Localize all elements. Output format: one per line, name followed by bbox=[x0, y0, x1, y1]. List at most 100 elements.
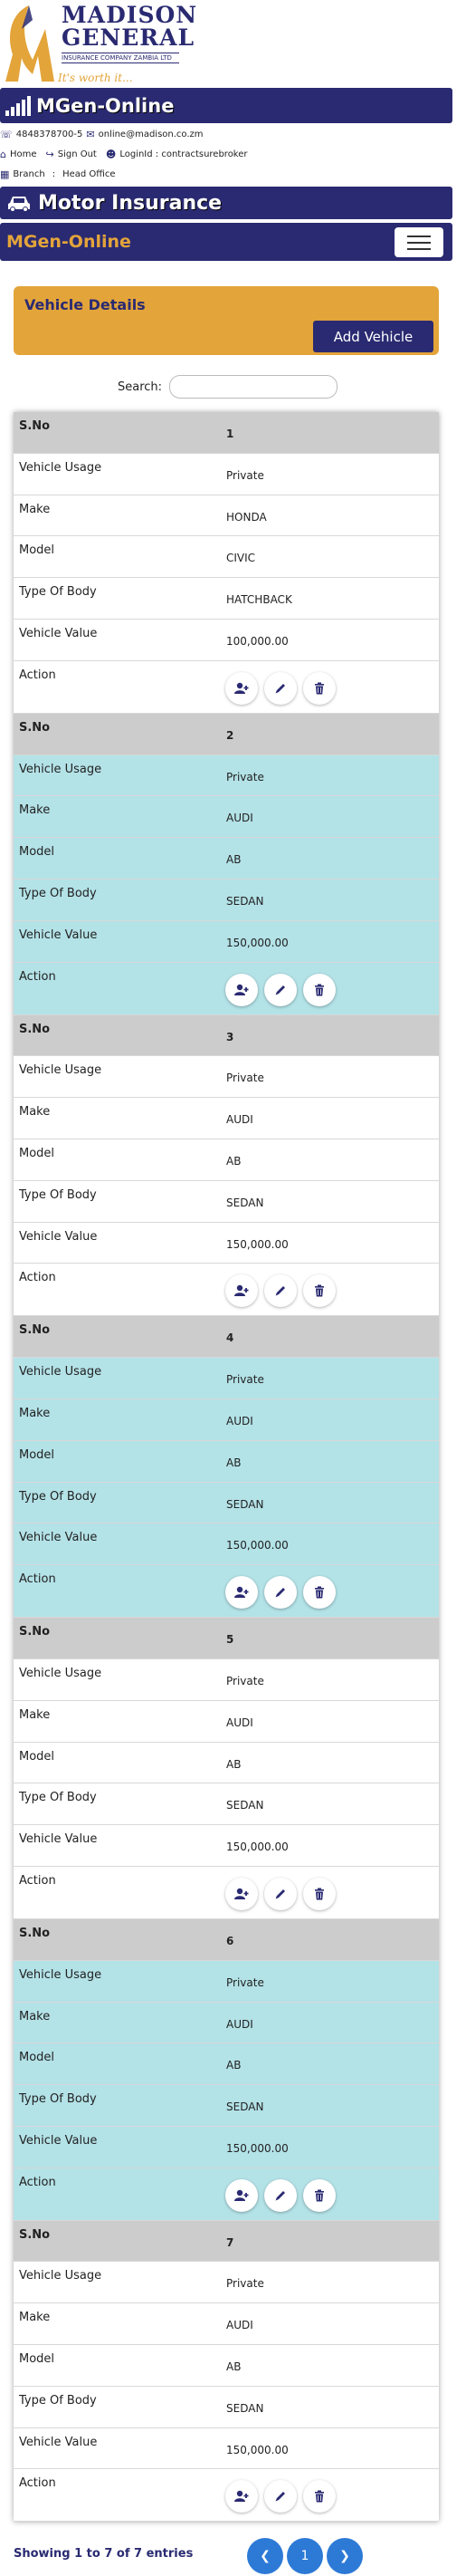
body-type-row: Type Of Body SEDAN bbox=[14, 879, 439, 921]
body-type-row: Type Of Body SEDAN bbox=[14, 1482, 439, 1524]
entries-info: Showing 1 to 7 of 7 entries bbox=[14, 2547, 194, 2561]
company-logo: MADISON GENERAL INSURANCE COMPANY ZAMBIA… bbox=[0, 0, 466, 87]
delete-icon bbox=[314, 1888, 325, 1900]
add-driver-button[interactable] bbox=[225, 2178, 258, 2212]
body-type-row: Type Of Body SEDAN bbox=[14, 1783, 439, 1826]
make-row-value: HONDA bbox=[226, 510, 267, 524]
edit-button[interactable] bbox=[264, 973, 297, 1006]
add-driver-button[interactable] bbox=[225, 2480, 258, 2514]
action-buttons bbox=[225, 671, 336, 705]
vehicle-usage-row: Vehicle Usage Private bbox=[14, 1658, 439, 1701]
sno-row-value: 7 bbox=[226, 2235, 234, 2249]
add-vehicle-button[interactable]: Add Vehicle bbox=[313, 321, 433, 352]
vehicle-value-row: Vehicle Value 150,000.00 bbox=[14, 1825, 439, 1867]
edit-button[interactable] bbox=[264, 1274, 297, 1308]
body-type-row-value: SEDAN bbox=[226, 1497, 264, 1511]
add-driver-button[interactable] bbox=[225, 671, 258, 705]
vehicle-record: S.No 2 Vehicle Usage Private Make AUDI Model AB… bbox=[14, 713, 439, 1015]
add-driver-icon bbox=[234, 1888, 249, 1900]
sign-out-link[interactable]: Sign Out bbox=[58, 149, 97, 159]
make-row-label: Make bbox=[19, 2009, 51, 2023]
delete-button[interactable] bbox=[303, 1274, 336, 1308]
delete-button[interactable] bbox=[303, 671, 336, 705]
model-row-value: AB bbox=[226, 2360, 242, 2374]
vehicle-value-row: Vehicle Value 150,000.00 bbox=[14, 2126, 439, 2168]
action-row: Action bbox=[14, 1866, 439, 1919]
vehicle-usage-row-value: Private bbox=[226, 2277, 264, 2291]
vehicle-value-row-value: 150,000.00 bbox=[226, 2443, 289, 2456]
make-row-label: Make bbox=[19, 502, 51, 516]
vehicle-value-row-value: 150,000.00 bbox=[226, 1841, 289, 1854]
edit-icon bbox=[274, 1586, 287, 1599]
branch-separator: : bbox=[52, 169, 56, 179]
branch-line: ▦ Branch : Head Office bbox=[0, 168, 116, 180]
model-row-value: CIVIC bbox=[226, 552, 256, 565]
vehicle-value-row-label: Vehicle Value bbox=[19, 1832, 98, 1847]
chevron-right-icon[interactable]: ❯ bbox=[327, 2538, 363, 2574]
edit-icon bbox=[274, 2490, 287, 2503]
user-nav-line: ⌂ Home ↪ Sign Out ☻ LoginId : contractsu… bbox=[0, 149, 248, 160]
model-row-label: Model bbox=[19, 1146, 55, 1160]
home-link[interactable]: Home bbox=[10, 149, 37, 159]
model-row-label: Model bbox=[19, 543, 55, 558]
search-input[interactable] bbox=[169, 375, 338, 399]
login-id: LoginId : contractsurebroker bbox=[119, 149, 248, 159]
add-driver-icon bbox=[234, 984, 249, 996]
body-type-row-value: HATCHBACK bbox=[226, 593, 292, 607]
search-box: Search: bbox=[118, 375, 338, 399]
model-row-value: AB bbox=[226, 1456, 242, 1469]
delete-icon bbox=[314, 682, 325, 695]
email-link[interactable]: online@madison.co.zm bbox=[99, 130, 204, 139]
edit-button[interactable] bbox=[264, 1877, 297, 1910]
body-type-row: Type Of Body SEDAN bbox=[14, 2386, 439, 2428]
vehicle-value-row-value: 150,000.00 bbox=[226, 936, 289, 949]
delete-button[interactable] bbox=[303, 2178, 336, 2212]
edit-button[interactable] bbox=[264, 1576, 297, 1610]
edit-icon bbox=[274, 2189, 287, 2202]
delete-icon bbox=[314, 984, 325, 996]
action-row: Action bbox=[14, 660, 439, 714]
vehicle-usage-row-value: Private bbox=[226, 770, 264, 783]
make-row-value: AUDI bbox=[226, 2319, 253, 2332]
delete-button[interactable] bbox=[303, 1877, 336, 1910]
home-icon: ⌂ bbox=[0, 149, 6, 160]
delete-button[interactable] bbox=[303, 2480, 336, 2514]
vehicle-value-row-value: 150,000.00 bbox=[226, 2141, 289, 2155]
make-row-label: Make bbox=[19, 1406, 51, 1420]
vehicle-usage-row: Vehicle Usage Private bbox=[14, 1960, 439, 2003]
delete-button[interactable] bbox=[303, 973, 336, 1006]
add-driver-button[interactable] bbox=[225, 973, 258, 1006]
action-row: Action bbox=[14, 1264, 439, 1317]
add-driver-button[interactable] bbox=[225, 1576, 258, 1610]
hamburger-icon[interactable] bbox=[395, 227, 443, 257]
body-type-row: Type Of Body SEDAN bbox=[14, 2085, 439, 2127]
vehicle-record: S.No 3 Vehicle Usage Private Make AUDI Model AB… bbox=[14, 1014, 439, 1317]
vehicle-usage-row-value: Private bbox=[226, 1975, 264, 1989]
add-driver-icon bbox=[234, 1284, 249, 1297]
make-row-value: AUDI bbox=[226, 1716, 253, 1729]
chevron-left-icon[interactable]: ❮ bbox=[247, 2538, 283, 2574]
logo-subline: INSURANCE COMPANY ZAMBIA LTD bbox=[62, 53, 179, 63]
contact-line: ☏ 4848378700-5 ✉ online@madison.co.zm bbox=[0, 129, 204, 140]
body-type-row: Type Of Body SEDAN bbox=[14, 1180, 439, 1223]
section-title: Motor Insurance bbox=[38, 191, 223, 215]
sno-row-label: S.No bbox=[19, 1022, 51, 1036]
model-row-value: AB bbox=[226, 853, 242, 867]
page-button-1[interactable]: 1 bbox=[287, 2538, 323, 2574]
add-driver-button[interactable] bbox=[225, 1274, 258, 1308]
vehicle-value-row-label: Vehicle Value bbox=[19, 626, 98, 640]
sno-row-value: 6 bbox=[226, 1934, 234, 1947]
vehicle-value-row-value: 100,000.00 bbox=[226, 634, 289, 648]
vehicle-record: S.No 4 Vehicle Usage Private Make AUDI Model AB… bbox=[14, 1316, 439, 1619]
vehicle-usage-row-label: Vehicle Usage bbox=[19, 1967, 102, 1982]
vehicle-table: S.No 1 Vehicle Usage Private Make HONDA Model C… bbox=[14, 412, 439, 2523]
edit-button[interactable] bbox=[264, 2178, 297, 2212]
delete-button[interactable] bbox=[303, 1576, 336, 1610]
edit-button[interactable] bbox=[264, 2480, 297, 2514]
edit-button[interactable] bbox=[264, 671, 297, 705]
add-driver-button[interactable] bbox=[225, 1877, 258, 1910]
make-row: Make AUDI bbox=[14, 1098, 439, 1139]
model-row-label: Model bbox=[19, 1749, 55, 1764]
navbar-brand[interactable]: MGen-Online bbox=[6, 232, 131, 252]
delete-icon bbox=[314, 1586, 325, 1599]
